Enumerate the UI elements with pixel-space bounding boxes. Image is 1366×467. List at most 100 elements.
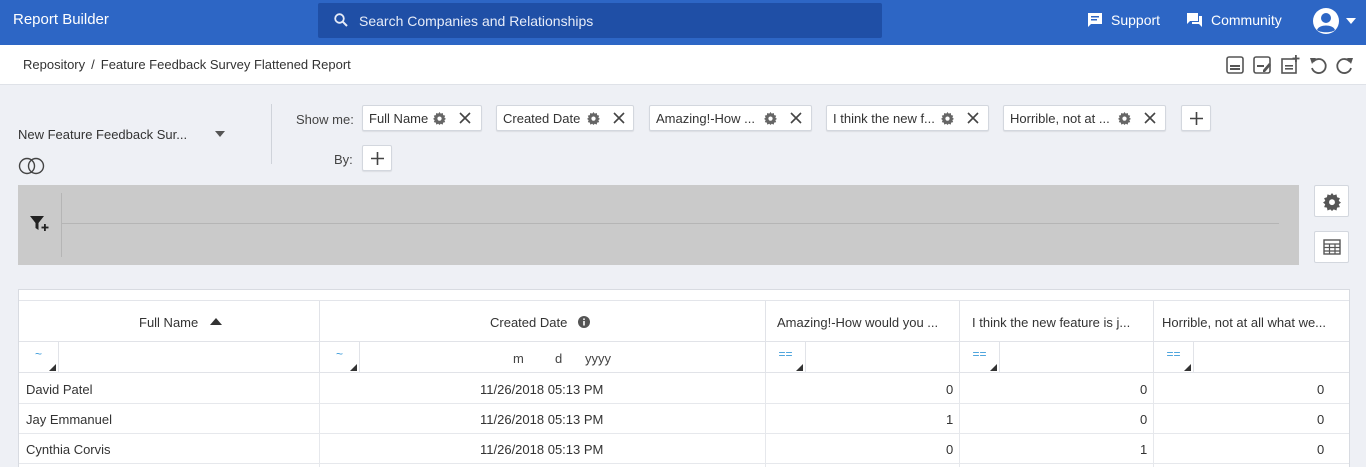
table-icon [1323,239,1341,255]
cell-created-date: 11/26/2018 05:13 PM [480,442,604,457]
filter-operator[interactable]: ~ [320,342,360,373]
global-search[interactable]: Search Companies and Relationships [318,3,882,38]
support-icon [1088,13,1102,27]
column-filter-created-date[interactable]: ~ m d yyyy [320,341,766,373]
visualization-type-button[interactable] [1314,231,1349,263]
filter-operator[interactable]: ~ [19,342,59,373]
column-filter-full-name[interactable]: ~ [19,341,320,373]
add-filter-icon[interactable] [30,215,50,233]
field-chip-created-date[interactable]: Created Date [496,105,634,131]
field-chip-label: I think the new f... [833,111,935,126]
support-label: Support [1111,12,1161,28]
community-label: Community [1211,12,1282,28]
cell-think: 1 [1140,442,1148,457]
column-header-label: Full Name [139,315,199,330]
cell-created-date: 11/26/2018 05:13 PM [480,412,604,427]
save-icon[interactable] [1225,55,1245,75]
cell-horrible: 0 [1317,412,1325,427]
filter-operator[interactable]: == [960,342,1000,373]
chevron-down-icon [1346,18,1356,24]
column-header-think[interactable]: I think the new feature is j... [960,301,1154,341]
column-header-full-name[interactable]: Full Name [19,301,320,341]
column-header-label: Created Date [490,315,568,330]
by-label: By: [334,152,353,167]
date-day-input[interactable]: d [555,351,562,366]
gear-icon[interactable] [1118,112,1131,125]
top-navigation-bar: Report Builder Search Companies and Rela… [0,0,1366,45]
plus-icon [371,152,384,165]
info-icon[interactable] [578,316,590,328]
column-header-horrible[interactable]: Horrible, not at all what we... [1154,301,1349,341]
column-header-label: Horrible, not at all what we... [1162,315,1327,330]
filter-operator[interactable]: == [766,342,806,373]
column-header-created-date[interactable]: Created Date [320,301,766,341]
settings-button[interactable] [1314,185,1349,217]
column-filter-horrible[interactable]: == [1154,341,1349,373]
field-chip-amazing[interactable]: Amazing!-How ... [649,105,812,131]
cell-think: 0 [1140,382,1148,397]
date-month-input[interactable]: m [513,351,524,366]
add-field-button[interactable] [1181,105,1211,131]
field-chip-full-name[interactable]: Full Name [362,105,482,131]
cell-amazing: 1 [946,412,954,427]
source-object-select[interactable]: New Feature Feedback Sur... [18,127,228,142]
avatar-icon [1313,8,1339,34]
breadcrumb-current: Feature Feedback Survey Flattened Report [100,57,351,72]
user-menu[interactable] [1312,6,1356,36]
merge-objects-icon[interactable] [18,157,46,175]
add-report-icon[interactable] [1280,55,1300,75]
filter-line [62,223,1279,224]
support-link[interactable]: Support [1087,12,1160,28]
column-filter-amazing[interactable]: == [766,341,960,373]
field-chip-label: Full Name [369,111,429,126]
filter-divider [61,193,62,257]
column-header-amazing[interactable]: Amazing!-How would you ... [766,301,960,341]
cell-amazing: 0 [946,442,954,457]
community-link[interactable]: Community [1186,12,1282,28]
gear-icon[interactable] [764,112,777,125]
cell-full-name: Cynthia Corvis [26,442,111,457]
refresh-icon[interactable] [1335,55,1355,75]
close-icon[interactable] [1144,112,1156,124]
column-header-label: Amazing!-How would you ... [777,315,939,330]
field-chip-label: Horrible, not at ... [1010,111,1110,126]
breadcrumb: Repository / Feature Feedback Survey Flatt… [23,57,351,72]
save-as-icon[interactable] [1252,55,1272,75]
cell-created-date: 11/26/2018 05:13 PM [480,382,604,397]
undo-icon[interactable] [1308,55,1328,75]
gear-icon[interactable] [433,112,446,125]
close-icon[interactable] [459,112,471,124]
cell-full-name: David Patel [26,382,93,397]
gear-icon[interactable] [941,112,954,125]
close-icon[interactable] [790,112,802,124]
sort-ascending-icon[interactable] [210,318,222,325]
cell-amazing: 0 [946,382,954,397]
cell-horrible: 0 [1317,382,1325,397]
column-filter-think[interactable]: == [960,341,1154,373]
field-chip-label: Amazing!-How ... [656,111,755,126]
chevron-down-icon [215,131,225,137]
column-header-label: I think the new feature is j... [972,315,1131,330]
filter-operator[interactable]: == [1154,342,1194,373]
table-row[interactable]: Jay Emmanuel 11/26/2018 05:13 PM 1 0 0 [19,404,1349,434]
field-chip-horrible[interactable]: Horrible, not at ... [1003,105,1166,131]
close-icon[interactable] [613,112,625,124]
cell-think: 0 [1140,412,1148,427]
field-chip-think[interactable]: I think the new f... [826,105,989,131]
close-icon[interactable] [967,112,979,124]
show-me-label: Show me: [296,112,354,127]
cell-horrible: 0 [1317,442,1325,457]
cell-full-name: Jay Emmanuel [26,412,112,427]
table-row[interactable]: David Patel 11/26/2018 05:13 PM 0 0 0 [19,374,1349,404]
search-input[interactable]: Search Companies and Relationships [359,13,593,29]
gear-icon[interactable] [587,112,600,125]
source-object-label: New Feature Feedback Sur... [18,127,188,142]
add-group-by-button[interactable] [362,145,392,171]
table-row[interactable]: Cynthia Corvis 11/26/2018 05:13 PM 0 1 0 [19,434,1349,464]
breadcrumb-repository[interactable]: Repository [23,57,85,72]
app-title[interactable]: Report Builder [13,11,109,28]
breadcrumb-bar: Repository / Feature Feedback Survey Flatt… [0,45,1366,85]
filter-panel[interactable] [18,185,1299,265]
date-year-input[interactable]: yyyy [585,351,611,366]
gear-icon [1323,193,1341,211]
